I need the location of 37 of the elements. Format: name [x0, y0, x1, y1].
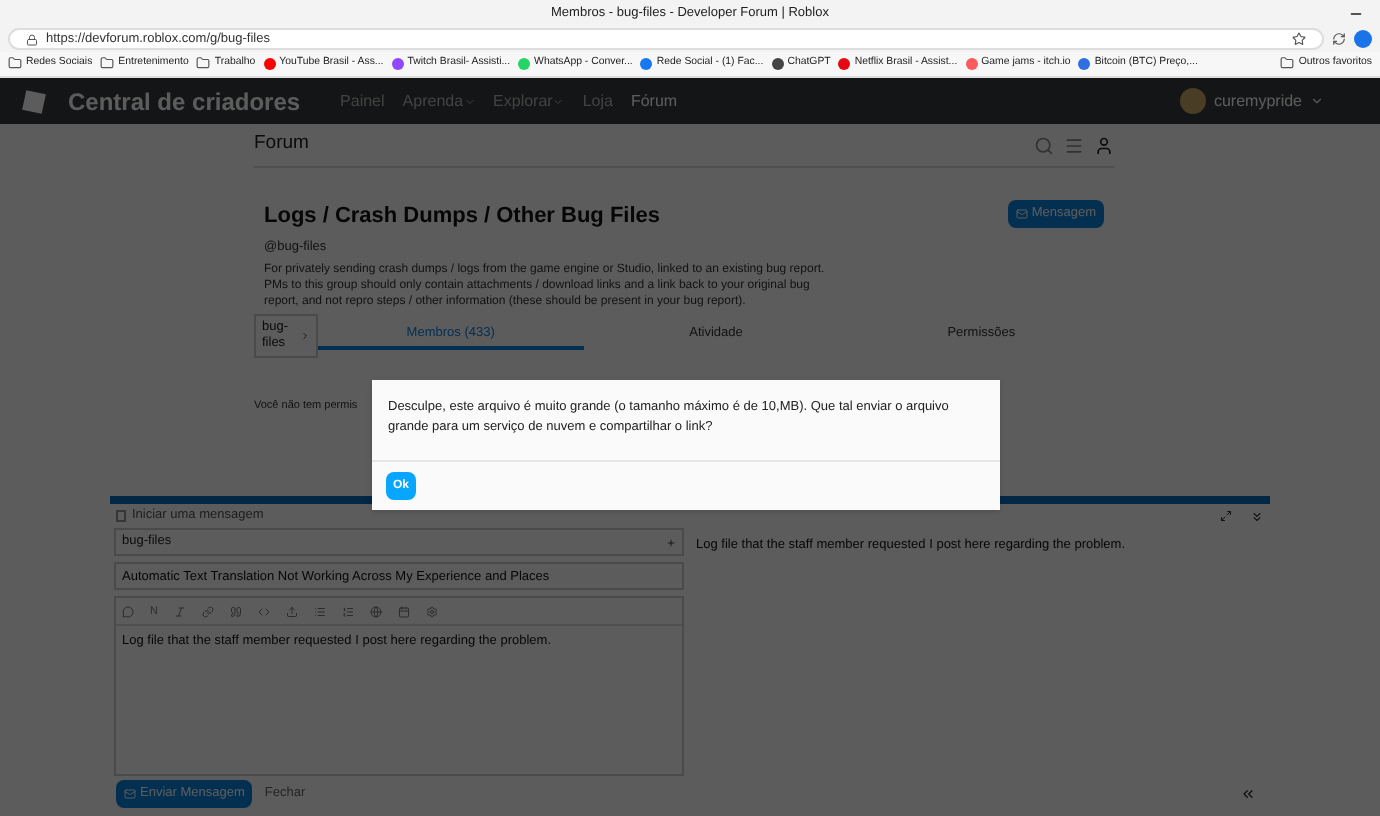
folder-icon: [100, 56, 115, 71]
group-title: Logs / Crash Dumps / Other Bug Files: [264, 202, 663, 232]
forum-title: Forum: [254, 130, 309, 159]
menu-icon[interactable]: [1064, 135, 1084, 155]
code-icon[interactable]: [257, 605, 270, 617]
username[interactable]: curemypride: [1213, 89, 1302, 113]
settings-icon[interactable]: [425, 605, 438, 617]
avatar-icon[interactable]: [1094, 135, 1114, 155]
search-icon[interactable]: [1034, 135, 1054, 155]
add-icon[interactable]: [666, 537, 676, 547]
profile-avatar[interactable]: [1354, 30, 1372, 48]
folder-icon: [196, 56, 211, 71]
user-avatar[interactable]: [1179, 88, 1206, 114]
globe-icon[interactable]: [369, 605, 382, 617]
brand-name: Central de criadores: [68, 85, 301, 119]
nav-link[interactable]: Fórum: [630, 89, 678, 113]
italic-icon[interactable]: [173, 605, 186, 617]
folder-icon: [8, 56, 22, 71]
quote-icon[interactable]: [229, 605, 242, 617]
mail-icon: [1015, 208, 1028, 220]
minimize-icon[interactable]: [1250, 509, 1264, 523]
logo-icon: [22, 89, 46, 113]
message-icon: [116, 510, 126, 522]
star-icon[interactable]: [1292, 32, 1306, 46]
link-icon[interactable]: [201, 605, 214, 617]
caret-icon: [1310, 94, 1324, 108]
calendar-icon[interactable]: [397, 605, 410, 617]
chat-bubble-icon[interactable]: [122, 605, 134, 617]
list-icon[interactable]: [313, 605, 326, 617]
caret-icon: [299, 330, 310, 343]
folder-icon: [1280, 56, 1295, 71]
lock-icon: [26, 33, 38, 45]
upload-icon[interactable]: [285, 605, 298, 617]
numbered-list-icon[interactable]: [341, 605, 354, 617]
collapse-icon[interactable]: [1240, 786, 1256, 802]
refresh-icon[interactable]: [1332, 32, 1346, 46]
mail-icon: [124, 788, 136, 800]
